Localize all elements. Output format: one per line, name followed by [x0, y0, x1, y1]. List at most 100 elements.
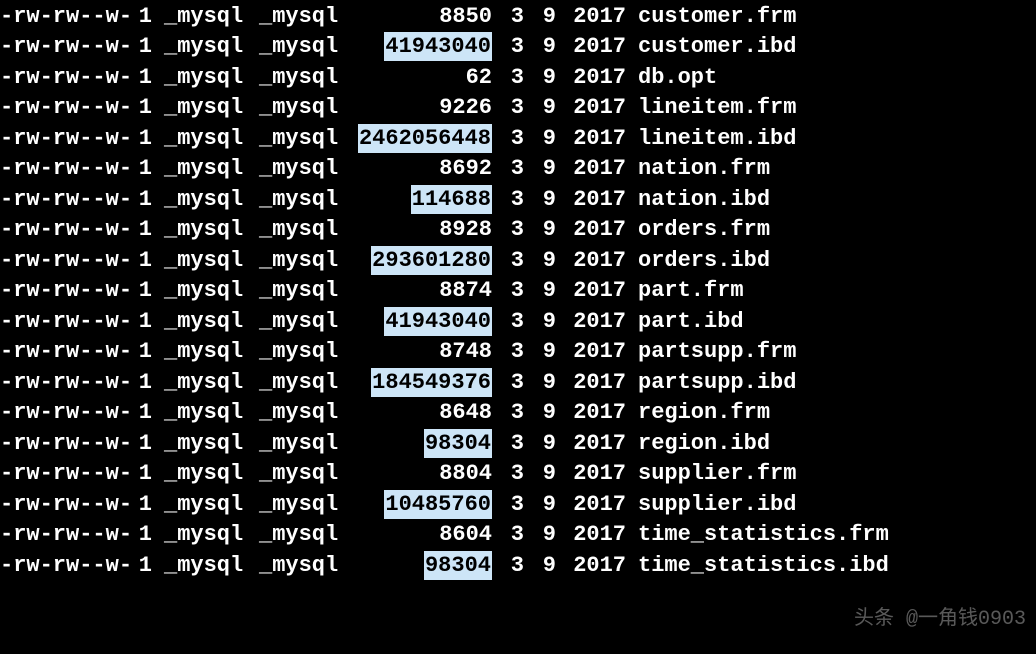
file-listing-row[interactable]: -rw-rw--w-1_mysql_mysql9226392017lineite…	[0, 94, 1036, 125]
link-count: 1	[130, 398, 152, 429]
month: 3	[492, 276, 524, 307]
day: 9	[524, 276, 556, 307]
group: _mysql	[247, 93, 347, 124]
month: 3	[492, 2, 524, 33]
filename: lineitem.frm	[626, 93, 796, 124]
file-size-highlighted: 98304	[424, 429, 492, 458]
group: _mysql	[247, 490, 347, 521]
group: _mysql	[247, 246, 347, 277]
year: 2017	[556, 215, 626, 246]
file-size-cell: 8850	[347, 2, 492, 33]
file-listing-row[interactable]: -rw-rw--w-1_mysql_mysql293601280392017or…	[0, 246, 1036, 277]
month: 3	[492, 185, 524, 216]
file-listing-row[interactable]: -rw-rw--w-1_mysql_mysql2462056448392017l…	[0, 124, 1036, 155]
year: 2017	[556, 93, 626, 124]
group: _mysql	[247, 276, 347, 307]
permissions: -rw-rw--w-	[0, 307, 130, 338]
file-size-cell: 8804	[347, 459, 492, 490]
file-size-cell: 2462056448	[347, 124, 492, 155]
month: 3	[492, 337, 524, 368]
terminal-output[interactable]: -rw-rw--w-1_mysql_mysql8850392017custome…	[0, 0, 1036, 584]
group: _mysql	[247, 337, 347, 368]
file-size-cell: 8692	[347, 154, 492, 185]
file-listing-row[interactable]: -rw-rw--w-1_mysql_mysql8648392017region.…	[0, 399, 1036, 430]
file-listing-row[interactable]: -rw-rw--w-1_mysql_mysql8928392017orders.…	[0, 216, 1036, 247]
file-listing-row[interactable]: -rw-rw--w-1_mysql_mysql62392017db.opt	[0, 63, 1036, 94]
owner: _mysql	[152, 124, 247, 155]
group: _mysql	[247, 2, 347, 33]
year: 2017	[556, 276, 626, 307]
file-size-cell: 98304	[347, 429, 492, 460]
file-size-cell: 8604	[347, 520, 492, 551]
file-size-cell: 98304	[347, 551, 492, 582]
link-count: 1	[130, 368, 152, 399]
group: _mysql	[247, 429, 347, 460]
day: 9	[524, 307, 556, 338]
owner: _mysql	[152, 429, 247, 460]
year: 2017	[556, 246, 626, 277]
owner: _mysql	[152, 337, 247, 368]
owner: _mysql	[152, 307, 247, 338]
day: 9	[524, 398, 556, 429]
permissions: -rw-rw--w-	[0, 246, 130, 277]
day: 9	[524, 185, 556, 216]
group: _mysql	[247, 63, 347, 94]
day: 9	[524, 337, 556, 368]
filename: lineitem.ibd	[626, 124, 796, 155]
file-listing-row[interactable]: -rw-rw--w-1_mysql_mysql8874392017part.fr…	[0, 277, 1036, 308]
group: _mysql	[247, 307, 347, 338]
permissions: -rw-rw--w-	[0, 368, 130, 399]
link-count: 1	[130, 124, 152, 155]
permissions: -rw-rw--w-	[0, 429, 130, 460]
filename: time_statistics.frm	[626, 520, 889, 551]
owner: _mysql	[152, 246, 247, 277]
owner: _mysql	[152, 63, 247, 94]
file-listing-row[interactable]: -rw-rw--w-1_mysql_mysql8850392017custome…	[0, 2, 1036, 33]
file-listing-row[interactable]: -rw-rw--w-1_mysql_mysql41943040392017par…	[0, 307, 1036, 338]
link-count: 1	[130, 32, 152, 63]
permissions: -rw-rw--w-	[0, 337, 130, 368]
file-size-highlighted: 293601280	[371, 246, 492, 275]
month: 3	[492, 93, 524, 124]
permissions: -rw-rw--w-	[0, 398, 130, 429]
permissions: -rw-rw--w-	[0, 63, 130, 94]
link-count: 1	[130, 63, 152, 94]
day: 9	[524, 246, 556, 277]
owner: _mysql	[152, 398, 247, 429]
year: 2017	[556, 459, 626, 490]
year: 2017	[556, 368, 626, 399]
link-count: 1	[130, 337, 152, 368]
file-size-cell: 293601280	[347, 246, 492, 277]
file-listing-row[interactable]: -rw-rw--w-1_mysql_mysql8748392017partsup…	[0, 338, 1036, 369]
file-size-cell: 9226	[347, 93, 492, 124]
file-listing-row[interactable]: -rw-rw--w-1_mysql_mysql41943040392017cus…	[0, 33, 1036, 64]
owner: _mysql	[152, 459, 247, 490]
file-size-cell: 41943040	[347, 32, 492, 63]
year: 2017	[556, 185, 626, 216]
month: 3	[492, 429, 524, 460]
filename: region.ibd	[626, 429, 770, 460]
file-listing-row[interactable]: -rw-rw--w-1_mysql_mysql8604392017time_st…	[0, 521, 1036, 552]
file-listing-row[interactable]: -rw-rw--w-1_mysql_mysql8692392017nation.…	[0, 155, 1036, 186]
file-listing-row[interactable]: -rw-rw--w-1_mysql_mysql184549376392017pa…	[0, 368, 1036, 399]
filename: nation.frm	[626, 154, 770, 185]
file-listing-row[interactable]: -rw-rw--w-1_mysql_mysql114688392017natio…	[0, 185, 1036, 216]
group: _mysql	[247, 185, 347, 216]
year: 2017	[556, 337, 626, 368]
file-listing-row[interactable]: -rw-rw--w-1_mysql_mysql98304392017region…	[0, 429, 1036, 460]
year: 2017	[556, 490, 626, 521]
filename: nation.ibd	[626, 185, 770, 216]
year: 2017	[556, 32, 626, 63]
year: 2017	[556, 2, 626, 33]
link-count: 1	[130, 215, 152, 246]
file-size-cell: 41943040	[347, 307, 492, 338]
file-listing-row[interactable]: -rw-rw--w-1_mysql_mysql10485760392017sup…	[0, 490, 1036, 521]
file-listing-row[interactable]: -rw-rw--w-1_mysql_mysql8804392017supplie…	[0, 460, 1036, 491]
file-size-cell: 10485760	[347, 490, 492, 521]
month: 3	[492, 551, 524, 582]
link-count: 1	[130, 2, 152, 33]
month: 3	[492, 459, 524, 490]
day: 9	[524, 459, 556, 490]
filename: orders.ibd	[626, 246, 770, 277]
file-listing-row[interactable]: -rw-rw--w-1_mysql_mysql98304392017time_s…	[0, 551, 1036, 582]
